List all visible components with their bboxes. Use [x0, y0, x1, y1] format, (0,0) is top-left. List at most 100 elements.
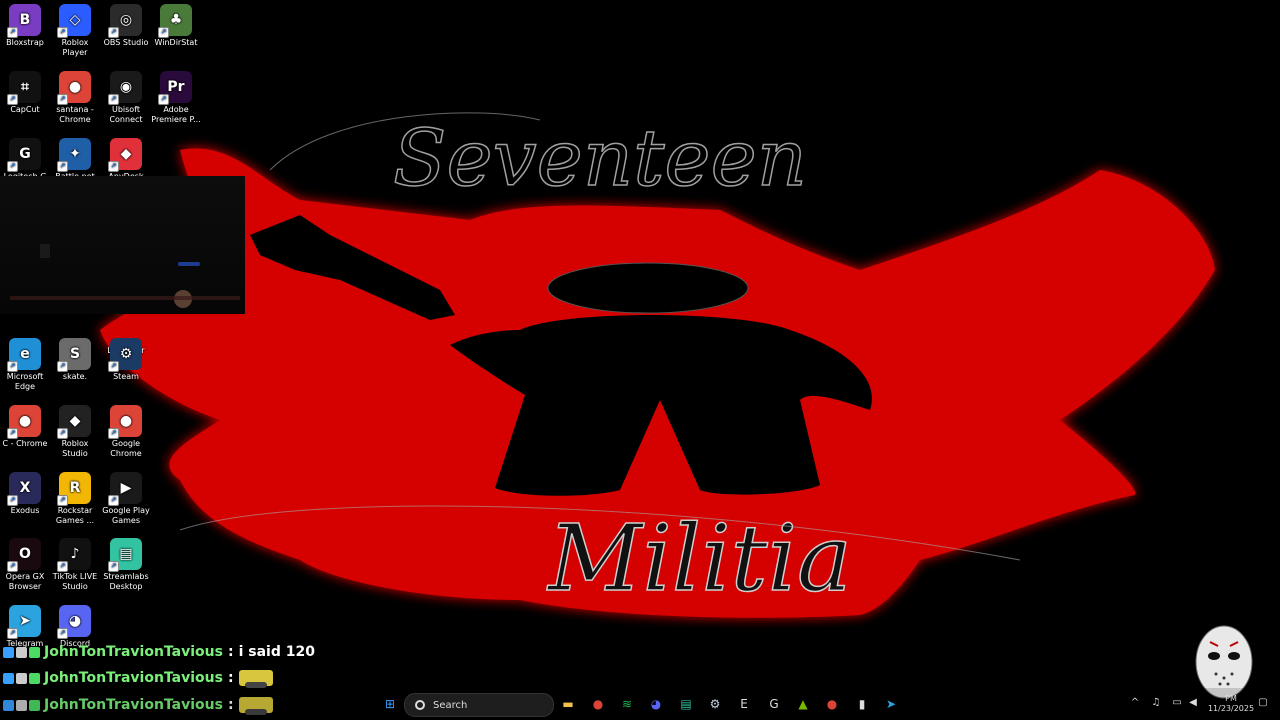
chrome-icon: ● — [826, 697, 838, 711]
desktop-icon-roblox[interactable]: ◇ ↗ Roblox Player — [50, 4, 100, 58]
steam-icon: ⚙ — [709, 697, 721, 711]
roblox-icon: ◇ ↗ — [57, 4, 91, 38]
shortcut-arrow-icon: ↗ — [7, 561, 18, 572]
shortcut-arrow-icon: ↗ — [108, 94, 119, 105]
desktop-icon-premiere[interactable]: Pr ↗ Adobe Premiere P... — [151, 71, 201, 125]
volume-icon[interactable]: ◀ — [1187, 697, 1199, 709]
desktop-icon-label: OBS Studio — [103, 38, 149, 47]
nvidia-icon: ▲ — [798, 697, 808, 711]
desktop-icon-label: Opera GX Browser — [5, 572, 45, 591]
desktop-icon-label: Roblox Player — [61, 38, 89, 57]
shortcut-arrow-icon: ↗ — [57, 361, 68, 372]
shortcut-arrow-icon: ↗ — [158, 27, 169, 38]
network-icon[interactable]: ▭ — [1171, 697, 1183, 709]
shortcut-arrow-icon: ↗ — [108, 27, 119, 38]
chat-username: JohnTonTravionTavious — [44, 670, 223, 686]
rockstar-icon: R ↗ — [57, 472, 91, 506]
start-icon: ⊞ — [384, 697, 396, 711]
shortcut-arrow-icon: ↗ — [57, 495, 68, 506]
obs-icon: ◎ ↗ — [108, 4, 142, 38]
desktop-icon-windirstat[interactable]: ♣ ↗ WinDirStat — [151, 4, 201, 48]
notification-icon[interactable]: ▢ — [1257, 697, 1269, 709]
opera-gx-icon: O ↗ — [7, 538, 41, 572]
desktop-icon-label: santana - Chrome — [56, 105, 94, 124]
desktop-icon-chrome[interactable]: ● ↗ santana - Chrome — [50, 71, 100, 125]
chrome-icon: ● ↗ — [108, 405, 142, 439]
microphone-icon[interactable]: ♫ — [1150, 697, 1162, 709]
desktop-icon-opera-gx[interactable]: O ↗ Opera GX Browser — [0, 538, 50, 592]
shortcut-arrow-icon: ↗ — [7, 94, 18, 105]
taskbar-nvidia-button[interactable]: ▲ — [792, 693, 814, 715]
chat-text: i said 120 — [238, 644, 315, 660]
logitech-icon: G — [769, 697, 779, 711]
taskbar-clock[interactable]: PM 11/23/2025 — [1206, 694, 1256, 714]
car-emote-icon — [238, 670, 273, 688]
telegram-icon: ➤ — [885, 697, 897, 711]
taskbar-logitech-button[interactable]: G — [763, 693, 785, 715]
taskbar-steam-button[interactable]: ⚙ — [704, 693, 726, 715]
bloxstrap-icon: B ↗ — [7, 4, 41, 38]
desktop-icon-chrome[interactable]: ● ↗ Google Chrome — [101, 405, 151, 459]
shortcut-arrow-icon: ↗ — [7, 495, 18, 506]
taskbar-file-explorer-button[interactable]: ▬ — [557, 693, 579, 715]
wrench-badge-icon — [16, 672, 27, 684]
desktop-icon-streamlabs[interactable]: ▤ ↗ Streamlabs Desktop — [101, 538, 151, 592]
desktop-icon-label: Bloxstrap — [6, 38, 44, 47]
webcam-overlay — [0, 176, 245, 314]
taskbar-spotify-button[interactable]: ≋ — [616, 693, 638, 715]
taskbar-audio-meter-button[interactable]: ▮ — [851, 693, 873, 715]
taskbar-search-box[interactable]: Search — [404, 693, 554, 717]
anydesk-icon: ◆ ↗ — [108, 138, 142, 172]
desktop-icon-label: Roblox Studio — [61, 439, 89, 458]
desktop-icon-ubisoft[interactable]: ◉ ↗ Ubisoft Connect — [101, 71, 151, 125]
desktop-icon-label: skate. — [62, 372, 88, 381]
spotify-icon: ≋ — [621, 697, 633, 711]
desktop-icon-capcut[interactable]: ⌗ ↗ CapCut — [0, 71, 50, 115]
desktop-icon-rockstar[interactable]: R ↗ Rockstar Games ... — [50, 472, 100, 526]
desktop-icon-label: CapCut — [10, 105, 40, 114]
chat-separator: : — [227, 644, 234, 660]
desktop-icon-obs[interactable]: ◎ ↗ OBS Studio — [101, 4, 151, 48]
webcam-led-light — [178, 262, 200, 266]
taskbar-discord-button[interactable]: ◕ — [645, 693, 667, 715]
telegram-icon: ➤ ↗ — [7, 605, 41, 639]
desktop-icon-label: Google Chrome — [110, 439, 142, 458]
shortcut-arrow-icon: ↗ — [108, 561, 119, 572]
chevron-up-icon[interactable]: ^ — [1129, 697, 1141, 709]
desktop-icon-bloxstrap[interactable]: B ↗ Bloxstrap — [0, 4, 50, 48]
tiktok-icon: ♪ ↗ — [57, 538, 91, 572]
desktop-icon-tiktok[interactable]: ♪ ↗ TikTok LIVE Studio — [50, 538, 100, 592]
shortcut-arrow-icon: ↗ — [57, 561, 68, 572]
shortcut-arrow-icon: ↗ — [7, 161, 18, 172]
roblox-studio-icon: ◆ ↗ — [57, 405, 91, 439]
wallpaper-bottom-script: Militia — [546, 505, 852, 612]
platform-badge-icon — [3, 646, 14, 658]
desktop-icon-roblox-studio[interactable]: ◆ ↗ Roblox Studio — [50, 405, 100, 459]
desktop-icon-play-games[interactable]: ▶ ↗ Google Play Games — [101, 472, 151, 526]
battlenet-icon: ✦ ↗ — [57, 138, 91, 172]
shortcut-arrow-icon: ↗ — [57, 628, 68, 639]
taskbar: Search ⊞ ▬ ● ≋ ◕ ▤ ⚙ E G ▲ ● ▮ ➤ ^ ♫ ▭ ◀ ▢ — [0, 688, 1280, 720]
taskbar-start-button[interactable]: ⊞ — [379, 693, 401, 715]
shortcut-arrow-icon: ↗ — [7, 428, 18, 439]
desktop-icon-exodus[interactable]: X ↗ Exodus — [0, 472, 50, 516]
shortcut-arrow-icon: ↗ — [108, 495, 119, 506]
shortcut-arrow-icon: ↗ — [108, 361, 119, 372]
chrome-icon: ● — [592, 697, 604, 711]
taskbar-telegram-button[interactable]: ➤ — [880, 693, 902, 715]
desktop-icon-edge[interactable]: e ↗ Microsoft Edge — [0, 338, 50, 392]
desktop-icon-steam[interactable]: ⚙ ↗ Steam — [101, 338, 151, 382]
desktop-icon-label: Rockstar Games ... — [55, 506, 95, 525]
streamlabs-icon: ▤ — [680, 697, 692, 711]
shortcut-arrow-icon: ↗ — [7, 361, 18, 372]
desktop-icon-skate[interactable]: S ↗ skate. — [50, 338, 100, 382]
taskbar-chrome-button[interactable]: ● — [821, 693, 843, 715]
desktop-icon-chrome[interactable]: ● ↗ C - Chrome — [0, 405, 50, 449]
exodus-icon: X ↗ — [7, 472, 41, 506]
chrome-icon: ● ↗ — [57, 71, 91, 105]
discord-icon: ◕ ↗ — [57, 605, 91, 639]
taskbar-streamlabs-button[interactable]: ▤ — [675, 693, 697, 715]
taskbar-chrome-button[interactable]: ● — [587, 693, 609, 715]
capcut-icon: ⌗ ↗ — [7, 71, 41, 105]
taskbar-epic-games-button[interactable]: E — [733, 693, 755, 715]
